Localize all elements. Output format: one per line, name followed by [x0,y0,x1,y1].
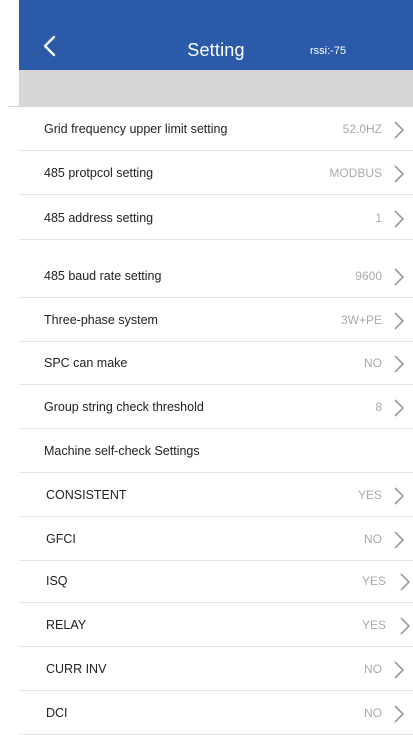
setting-label: RELAY [46,618,87,632]
setting-label: Group string check threshold [44,400,204,414]
chevron-right-icon [400,617,411,635]
setting-value: 9600 [355,269,382,283]
setting-row-485-address[interactable]: 485 address setting 1 [19,196,413,240]
page-title: Setting [187,40,245,60]
setting-label: 485 protpcol setting [44,166,154,180]
setting-row-three-phase-system[interactable]: Three-phase system 3W+PE [19,298,413,342]
setting-value: NO [364,532,382,546]
chevron-right-icon [394,312,405,330]
setting-label: SPC can make [44,356,128,370]
section-header-machine-self-check: Machine self-check Settings [19,429,413,473]
app-header: Setting rssi:-75 [19,0,413,70]
setting-value: 8 [375,400,382,414]
setting-label: GFCI [46,532,76,546]
chevron-right-icon [394,661,405,679]
setting-label: 485 baud rate setting [44,269,162,283]
setting-value: NO [364,706,382,720]
setting-row-group-string-check-threshold[interactable]: Group string check threshold 8 [19,385,413,429]
chevron-right-icon [394,210,405,228]
setting-label: Three-phase system [44,313,158,327]
self-check-row-curr-inv[interactable]: CURR INV NO [19,647,413,691]
setting-row-spc-can-make[interactable]: SPC can make NO [19,341,413,385]
chevron-right-icon [394,355,405,373]
setting-value: NO [364,356,382,370]
chevron-right-icon [394,165,405,183]
setting-value: 1 [375,211,382,225]
self-check-row-relay[interactable]: RELAY YES [19,603,413,647]
setting-label: Grid frequency upper limit setting [44,122,228,136]
setting-row-485-baud-rate[interactable]: 485 baud rate setting 9600 [19,254,413,298]
self-check-row-dci[interactable]: DCI NO [19,691,413,735]
chevron-right-icon [400,573,411,591]
section-spacer [19,70,413,107]
rssi-readout: rssi:-75 [310,45,347,57]
setting-value: YES [357,488,382,502]
setting-label: CURR INV [46,662,107,676]
setting-value: NO [364,662,382,676]
chevron-right-icon [394,268,405,286]
chevron-right-icon [394,121,405,139]
setting-row-485-protocol[interactable]: 485 protpcol setting MODBUS [19,151,413,195]
setting-label: ISQ [46,574,68,588]
self-check-row-gfci[interactable]: GFCI NO [19,517,413,561]
setting-value: 3W+PE [340,313,382,327]
chevron-right-icon [394,705,405,723]
section-title: Machine self-check Settings [44,444,200,458]
setting-value: MODBUS [329,166,382,180]
setting-value: YES [361,574,386,588]
setting-row-grid-frequency-upper-limit[interactable]: Grid frequency upper limit setting 52.0H… [19,107,413,151]
self-check-row-isq[interactable]: ISQ YES [19,559,413,603]
setting-label: CONSISTENT [46,488,127,502]
setting-value: YES [361,618,386,632]
setting-label: 485 address setting [44,211,154,225]
chevron-right-icon [394,531,405,549]
setting-label: DCI [46,706,68,720]
self-check-row-consistent[interactable]: CONSISTENT YES [19,473,413,517]
chevron-right-icon [394,487,405,505]
setting-value: 52.0HZ [342,122,382,136]
chevron-right-icon [394,399,405,417]
